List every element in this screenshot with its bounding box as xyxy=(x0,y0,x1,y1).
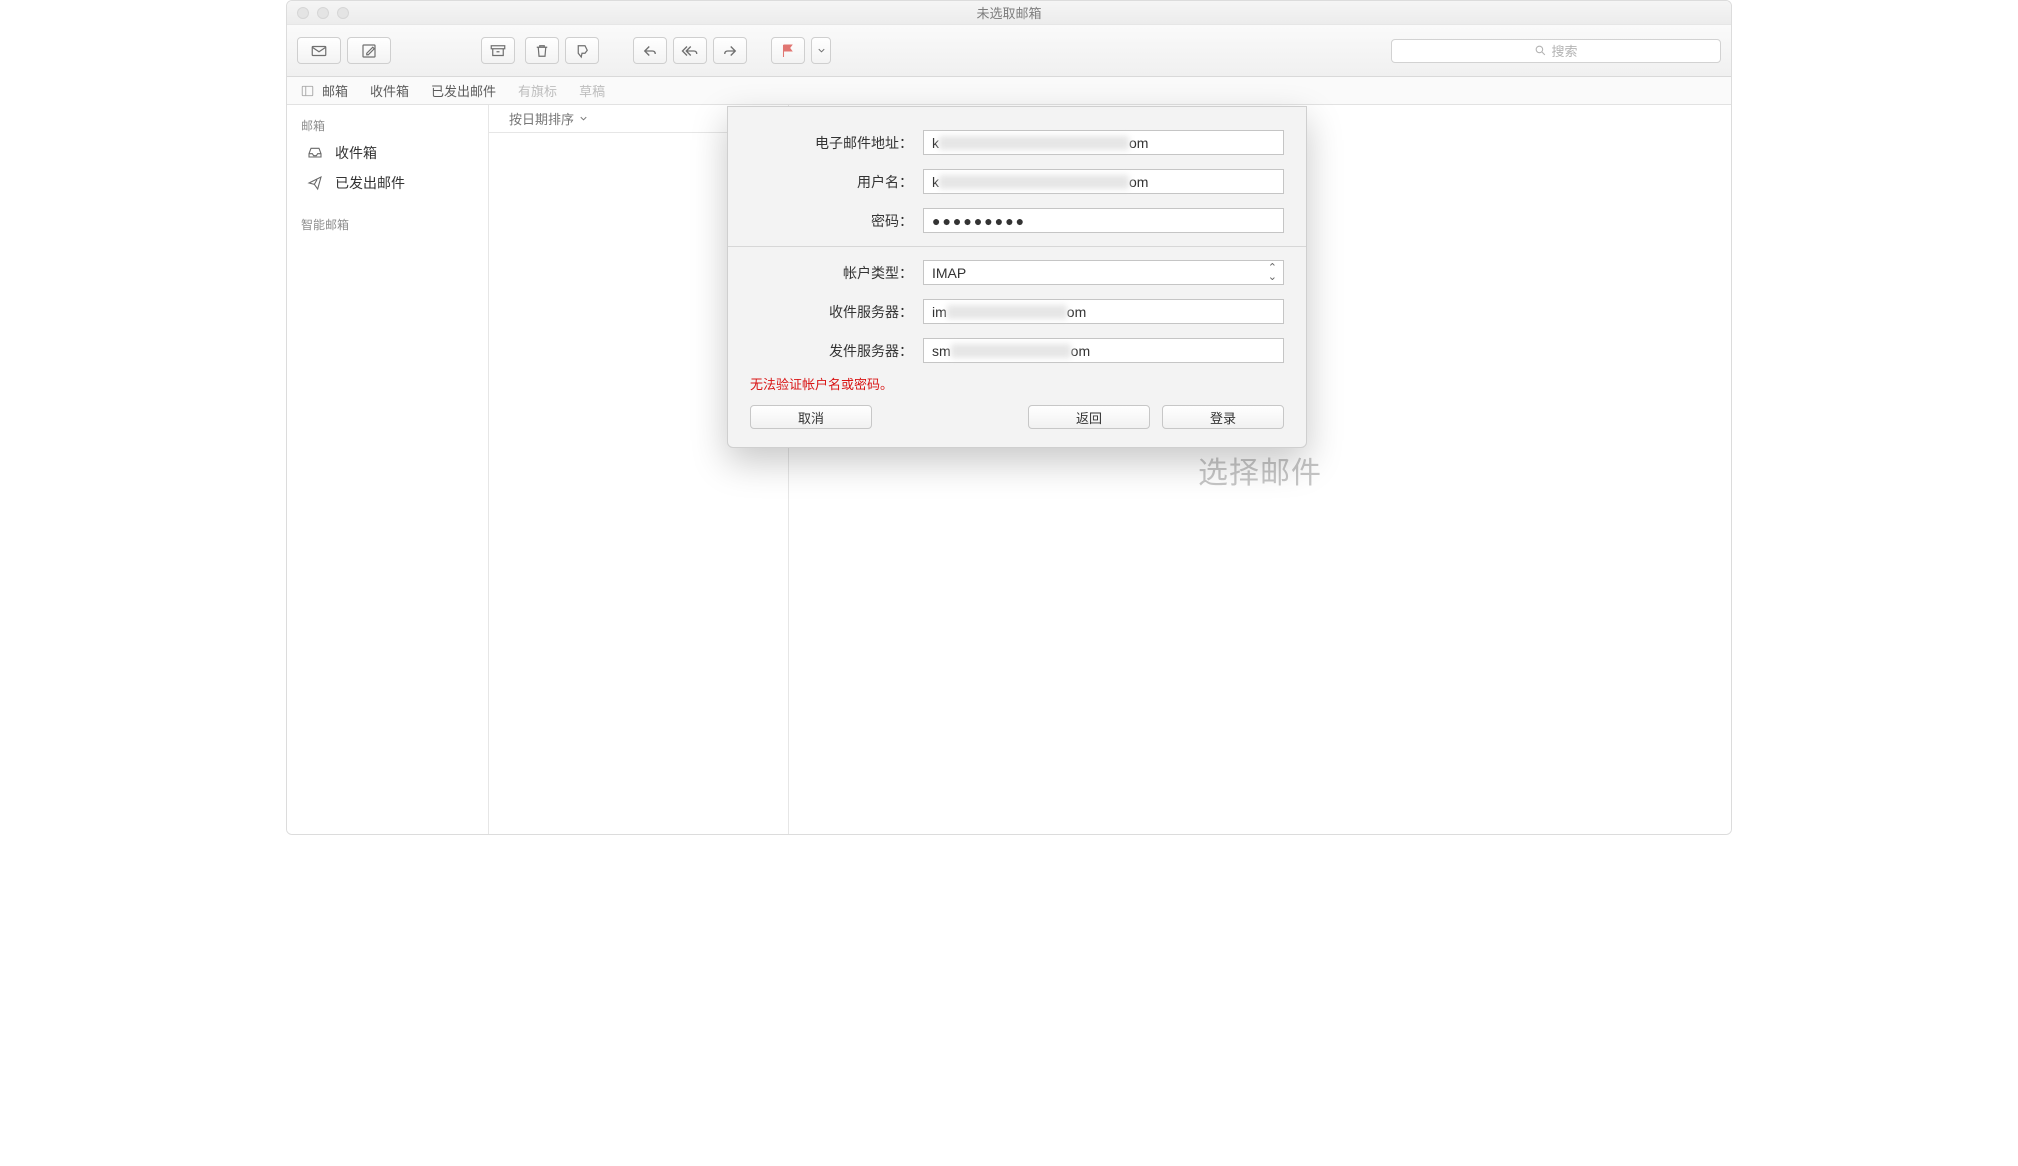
reply-button[interactable] xyxy=(633,37,667,64)
fav-flagged[interactable]: 有旗标 xyxy=(518,81,557,100)
back-button[interactable]: 返回 xyxy=(1028,405,1150,429)
chevron-down-icon xyxy=(578,113,589,124)
search-icon xyxy=(1534,44,1547,57)
fav-sent[interactable]: 已发出邮件 xyxy=(431,81,496,100)
username-label: 用户名： xyxy=(728,172,923,192)
mail-window: 未选取邮箱 xyxy=(286,0,1732,835)
reply-icon xyxy=(641,42,659,60)
outgoing-server-field[interactable]: smom xyxy=(923,338,1284,363)
username-field[interactable]: kom xyxy=(923,169,1284,194)
envelope-icon xyxy=(310,42,328,60)
sidebar-item-inbox[interactable]: 收件箱 xyxy=(287,138,488,168)
archive-icon xyxy=(489,42,507,60)
account-type-label: 帐户类型： xyxy=(728,263,923,283)
compose-button[interactable] xyxy=(347,37,391,64)
signin-button[interactable]: 登录 xyxy=(1162,405,1284,429)
titlebar: 未选取邮箱 xyxy=(287,1,1731,25)
sidebar-item-sent[interactable]: 已发出邮件 xyxy=(287,168,488,198)
search-input[interactable]: 搜索 xyxy=(1391,39,1721,63)
junk-button[interactable] xyxy=(565,37,599,64)
archive-button[interactable] xyxy=(481,37,515,64)
forward-button[interactable] xyxy=(713,37,747,64)
flag-icon xyxy=(779,42,797,60)
password-field[interactable]: ●●●●●●●●● xyxy=(923,208,1284,233)
flag-button[interactable] xyxy=(771,37,805,64)
fav-drafts[interactable]: 草稿 xyxy=(579,81,605,100)
incoming-server-field[interactable]: imom xyxy=(923,299,1284,324)
email-label: 电子邮件地址： xyxy=(728,133,923,153)
incoming-label: 收件服务器： xyxy=(728,302,923,322)
reply-all-icon xyxy=(681,42,699,60)
cancel-button[interactable]: 取消 xyxy=(750,405,872,429)
account-type-select[interactable]: IMAP ⌃⌄ xyxy=(923,260,1284,285)
account-setup-dialog: 电子邮件地址： kom 用户名： kom 密码： ●●●●●●●●● xyxy=(727,106,1307,448)
favorites-bar: 邮箱 收件箱 已发出邮件 有旗标 草稿 xyxy=(287,77,1731,105)
inbox-icon xyxy=(305,145,325,161)
redacted-text xyxy=(951,344,1071,358)
toolbar: 搜索 xyxy=(287,25,1731,77)
sidebar-icon xyxy=(299,84,316,98)
window-title: 未选取邮箱 xyxy=(287,3,1731,22)
redacted-text xyxy=(947,305,1067,319)
delete-button[interactable] xyxy=(525,37,559,64)
error-message: 无法验证帐户名或密码。 xyxy=(728,370,1306,401)
forward-icon xyxy=(721,42,739,60)
search-placeholder: 搜索 xyxy=(1551,41,1577,60)
outgoing-label: 发件服务器： xyxy=(728,341,923,361)
sidebar-section-mailboxes: 邮箱 xyxy=(287,113,488,138)
trash-icon xyxy=(533,42,551,60)
flag-menu-button[interactable] xyxy=(811,37,831,64)
redacted-text xyxy=(939,175,1129,189)
reply-all-button[interactable] xyxy=(673,37,707,64)
redacted-text xyxy=(939,136,1129,150)
sidebar-toggle[interactable]: 邮箱 xyxy=(299,81,348,100)
fav-inbox[interactable]: 收件箱 xyxy=(370,81,409,100)
password-label: 密码： xyxy=(728,211,923,231)
compose-icon xyxy=(360,42,378,60)
get-mail-button[interactable] xyxy=(297,37,341,64)
preview-placeholder: 选择邮件 xyxy=(1198,448,1322,492)
updown-icon: ⌃⌄ xyxy=(1268,264,1277,282)
sidebar: 邮箱 收件箱 已发出邮件 智能邮箱 xyxy=(287,105,489,834)
dialog-separator xyxy=(728,246,1306,247)
email-field[interactable]: kom xyxy=(923,130,1284,155)
sidebar-section-smart: 智能邮箱 xyxy=(287,212,488,237)
paper-plane-icon xyxy=(305,175,325,191)
chevron-down-icon xyxy=(816,45,827,56)
thumbs-down-icon xyxy=(573,42,591,60)
